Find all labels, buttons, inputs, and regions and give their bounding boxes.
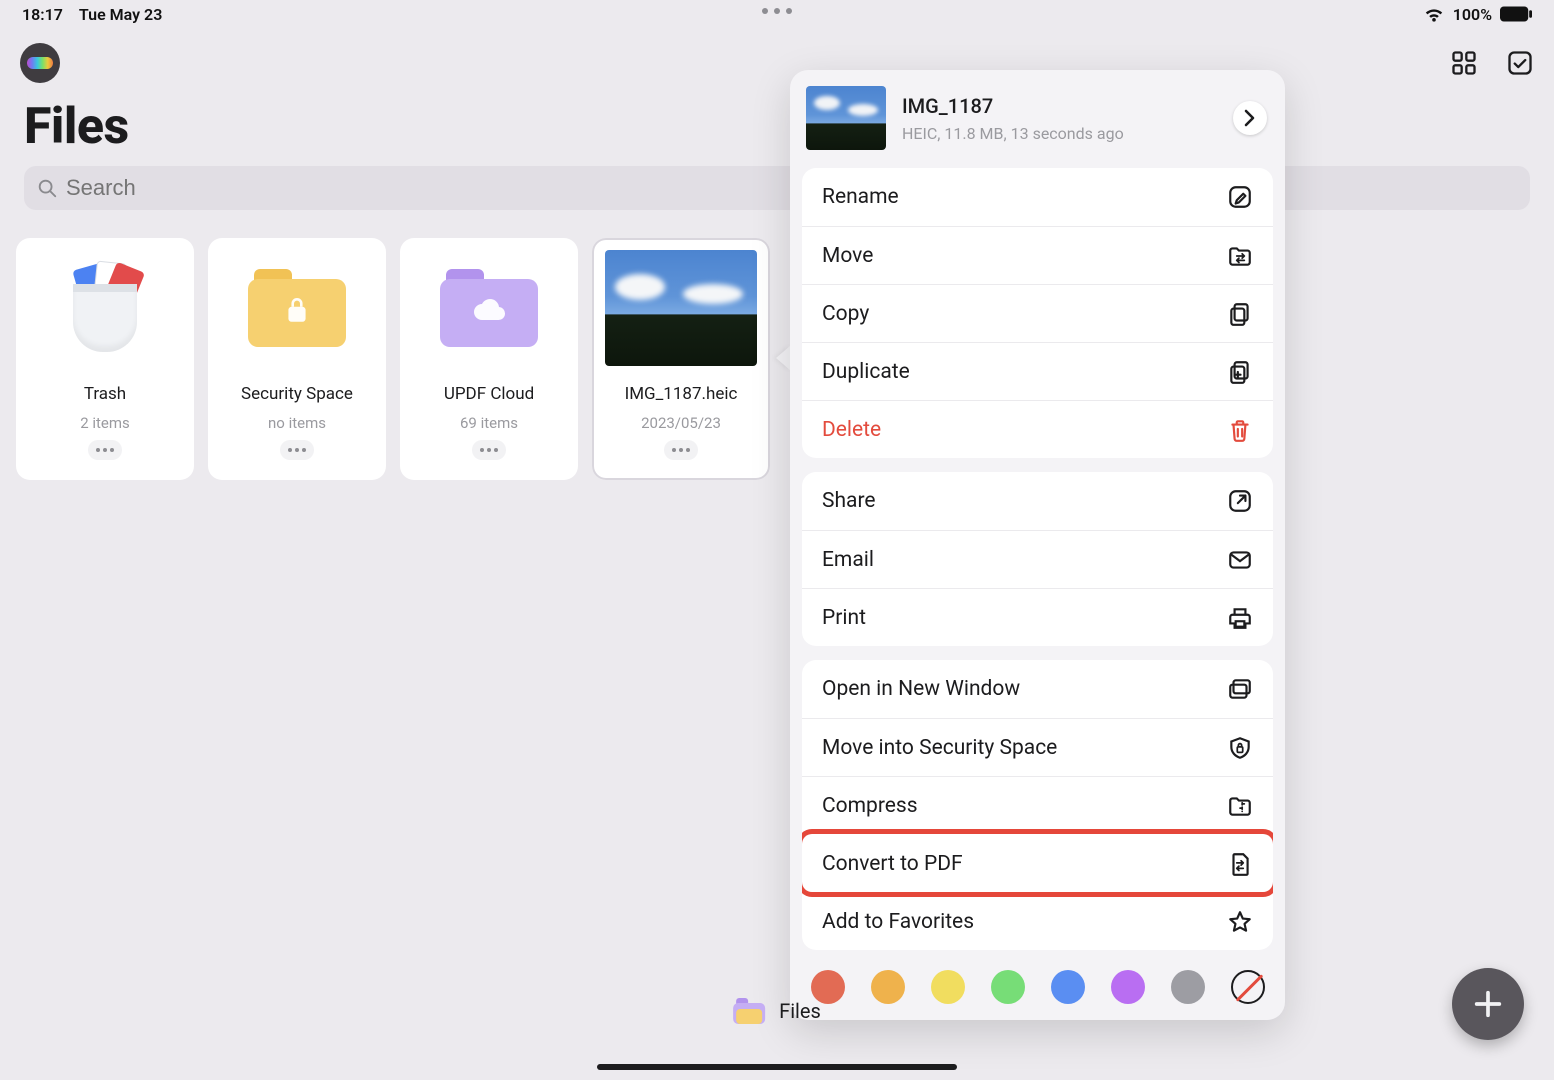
menu-email[interactable]: Email <box>802 530 1273 588</box>
page-title: Files <box>24 98 129 156</box>
convert-pdf-icon <box>1227 851 1253 877</box>
compress-icon <box>1227 793 1253 819</box>
color-tag-yellow[interactable] <box>931 970 965 1004</box>
print-icon <box>1227 605 1253 631</box>
file-card-updf-cloud[interactable]: UPDF Cloud 69 items <box>400 238 578 480</box>
menu-group-actions: Open in New Window Move into Security Sp… <box>802 660 1273 950</box>
file-name: Trash <box>84 384 126 404</box>
menu-compress[interactable]: Compress <box>802 776 1273 834</box>
menu-group-file: Rename Move Copy Duplicate Delete <box>802 168 1273 458</box>
menu-open-new-window[interactable]: Open in New Window <box>802 660 1273 718</box>
move-icon <box>1227 243 1253 269</box>
wifi-icon <box>1423 5 1445 23</box>
multitask-dots[interactable] <box>762 8 792 14</box>
more-button[interactable] <box>472 440 506 460</box>
copy-icon <box>1227 301 1253 327</box>
folder-icon <box>413 250 565 366</box>
file-subtitle: 2 items <box>80 414 130 432</box>
files-folder-icon <box>733 998 765 1024</box>
shield-lock-icon <box>1227 735 1253 761</box>
menu-move-security[interactable]: Move into Security Space <box>802 718 1273 776</box>
context-file-subtitle: HEIC, 11.8 MB, 13 seconds ago <box>902 124 1217 143</box>
context-thumbnail <box>806 86 886 150</box>
view-grid-icon[interactable] <box>1450 49 1478 77</box>
menu-convert-pdf[interactable]: Convert to PDF <box>802 834 1273 892</box>
context-file-title: IMG_1187 <box>902 94 1217 118</box>
search-field[interactable] <box>24 166 1530 210</box>
color-tag-none[interactable] <box>1231 970 1265 1004</box>
color-tag-gray[interactable] <box>1171 970 1205 1004</box>
color-tag-purple[interactable] <box>1111 970 1145 1004</box>
color-tag-green[interactable] <box>991 970 1025 1004</box>
duplicate-icon <box>1227 359 1253 385</box>
color-tag-blue[interactable] <box>1051 970 1085 1004</box>
file-name: IMG_1187.heic <box>625 384 738 404</box>
files-grid: Trash 2 items Security Space no items UP… <box>16 238 770 480</box>
window-icon <box>1227 676 1253 702</box>
menu-print[interactable]: Print <box>802 588 1273 646</box>
menu-rename[interactable]: Rename <box>802 168 1273 226</box>
menu-share[interactable]: Share <box>802 472 1273 530</box>
menu-copy[interactable]: Copy <box>802 284 1273 342</box>
context-menu: IMG_1187 HEIC, 11.8 MB, 13 seconds ago R… <box>790 70 1285 1020</box>
folder-icon <box>221 250 373 366</box>
file-card-img-1187[interactable]: IMG_1187.heic 2023/05/23 <box>592 238 770 480</box>
add-button[interactable] <box>1452 968 1524 1040</box>
share-icon <box>1227 488 1253 514</box>
menu-duplicate[interactable]: Duplicate <box>802 342 1273 400</box>
file-name: Security Space <box>241 384 353 404</box>
nav-bar <box>0 38 1554 88</box>
file-subtitle: no items <box>268 414 326 432</box>
cloud-icon <box>472 299 506 325</box>
battery-percent: 100% <box>1453 5 1492 24</box>
menu-add-favorite[interactable]: Add to Favorites <box>802 892 1273 950</box>
star-icon <box>1227 909 1253 935</box>
file-card-trash[interactable]: Trash 2 items <box>16 238 194 480</box>
menu-move[interactable]: Move <box>802 226 1273 284</box>
file-subtitle: 2023/05/23 <box>641 414 721 432</box>
menu-group-share: Share Email Print <box>802 472 1273 646</box>
search-icon <box>36 177 58 199</box>
popover-pointer <box>776 346 790 370</box>
lock-icon <box>284 295 310 329</box>
photo-thumbnail <box>605 250 757 366</box>
trash-icon <box>1227 417 1253 443</box>
bottom-tab-files[interactable]: Files <box>733 998 821 1024</box>
more-button[interactable] <box>280 440 314 460</box>
mail-icon <box>1227 547 1253 573</box>
app-avatar[interactable] <box>20 43 60 83</box>
color-tags <box>802 964 1273 1006</box>
file-name: UPDF Cloud <box>444 384 534 404</box>
more-button[interactable] <box>664 440 698 460</box>
chevron-right-icon[interactable] <box>1233 101 1267 135</box>
rename-icon <box>1227 184 1253 210</box>
trash-icon <box>29 250 181 366</box>
select-icon[interactable] <box>1506 49 1534 77</box>
battery-icon <box>1500 6 1532 22</box>
home-indicator[interactable] <box>597 1064 957 1070</box>
context-header[interactable]: IMG_1187 HEIC, 11.8 MB, 13 seconds ago <box>802 82 1273 154</box>
status-time: 18:17 <box>22 5 63 24</box>
file-card-security-space[interactable]: Security Space no items <box>208 238 386 480</box>
more-button[interactable] <box>88 440 122 460</box>
status-bar: 18:17 Tue May 23 100% <box>0 0 1554 28</box>
menu-delete[interactable]: Delete <box>802 400 1273 458</box>
file-subtitle: 69 items <box>460 414 518 432</box>
color-tag-orange[interactable] <box>871 970 905 1004</box>
status-date: Tue May 23 <box>79 5 162 24</box>
